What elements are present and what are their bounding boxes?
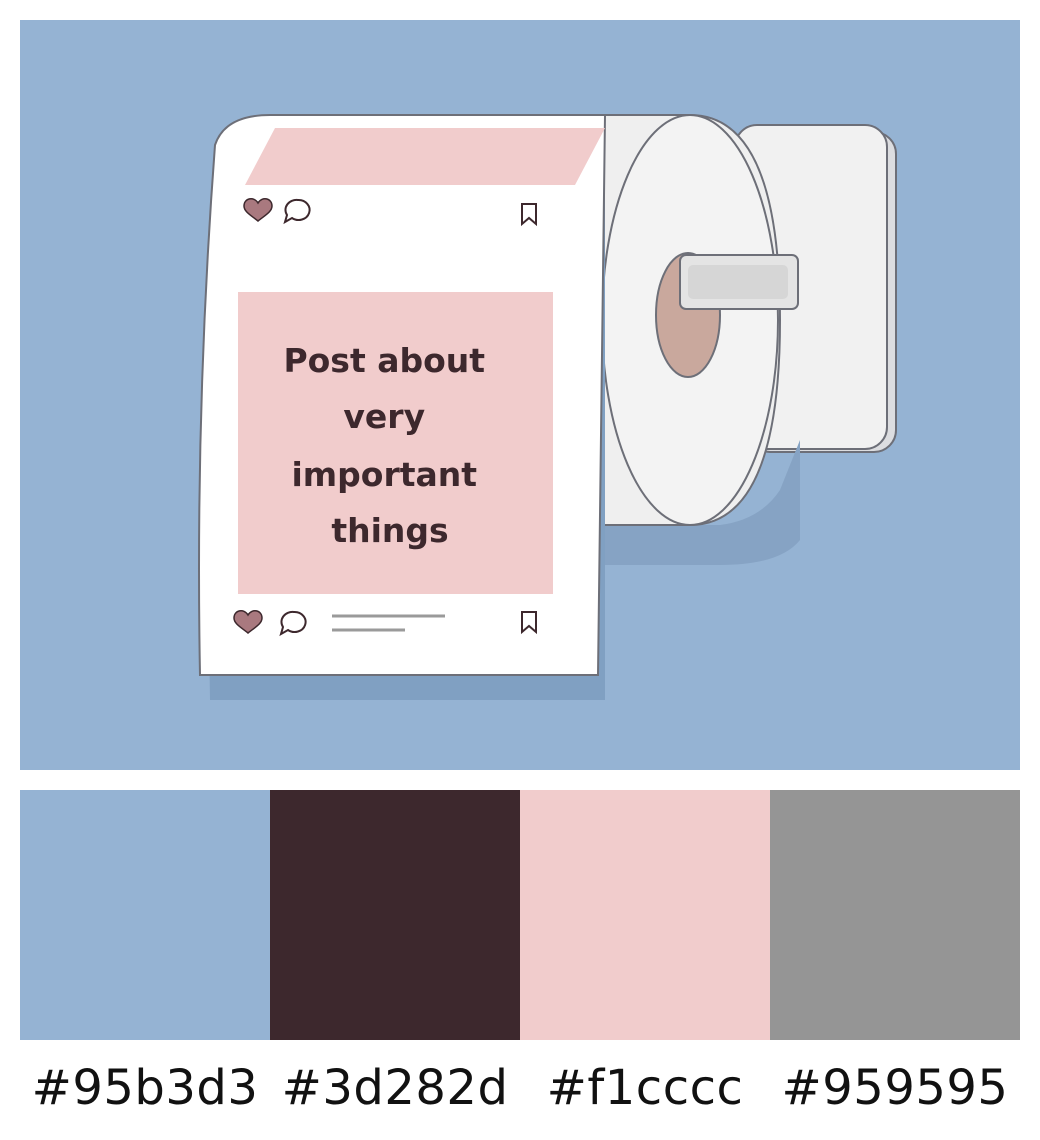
hex-labels: #95b3d3 #3d282d #f1cccc #959595 bbox=[20, 1040, 1020, 1140]
hex-label-1: #95b3d3 bbox=[31, 1060, 259, 1116]
color-swatches bbox=[20, 790, 1020, 1040]
hex-label-3: #f1cccc bbox=[546, 1060, 744, 1116]
toilet-paper-illustration: Post about very important things bbox=[20, 20, 1020, 770]
top-post-image bbox=[245, 128, 605, 185]
hex-label-4: #959595 bbox=[781, 1060, 1009, 1116]
swatch-4 bbox=[770, 790, 1020, 1040]
swatch-1 bbox=[20, 790, 270, 1040]
post-text-line-1: Post about bbox=[283, 341, 485, 380]
post-text-line-4: things bbox=[331, 511, 448, 550]
holder-bar-highlight bbox=[688, 265, 788, 299]
swatch-2 bbox=[270, 790, 520, 1040]
swatch-3 bbox=[520, 790, 770, 1040]
post-text-line-3: important bbox=[291, 455, 477, 494]
hex-label-2: #3d282d bbox=[281, 1060, 509, 1116]
post-text-line-2: very bbox=[343, 397, 425, 436]
